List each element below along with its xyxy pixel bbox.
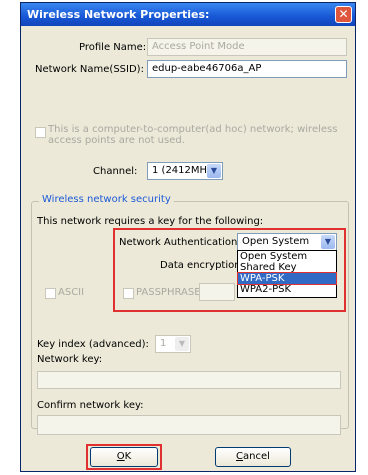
ssid-value: edup-eabe46706a_AP xyxy=(152,63,262,74)
chevron-down-icon: ▼ xyxy=(207,164,221,178)
passphrase-field[interactable] xyxy=(199,283,235,301)
network-key-label: Network key: xyxy=(37,354,103,365)
channel-label: Channel: xyxy=(93,166,138,177)
cancel-mnemonic: C xyxy=(236,451,244,462)
adhoc-checkbox[interactable] xyxy=(35,127,46,138)
encryption-label: Data encryption: xyxy=(160,260,244,271)
ok-button[interactable]: OK xyxy=(90,447,158,467)
profile-name-label: Profile Name: xyxy=(79,42,147,53)
title-bar[interactable]: Wireless Network Properties: ✕ xyxy=(21,3,355,26)
channel-select[interactable]: 1 (2412MHz) ▼ xyxy=(147,162,223,180)
profile-name-field: Access Point Mode xyxy=(147,38,347,56)
option-wpa2-psk[interactable]: WPA2-PSK xyxy=(238,284,336,295)
ok-mnemonic: O xyxy=(116,451,125,462)
ssid-label: Network Name(SSID): xyxy=(35,64,144,75)
option-shared-key[interactable]: Shared Key xyxy=(238,262,336,273)
adhoc-text-line2: access points are not used. xyxy=(48,135,185,146)
ascii-checkbox[interactable] xyxy=(45,288,56,299)
close-icon: ✕ xyxy=(338,7,349,21)
ascii-label: ASCII xyxy=(58,287,85,298)
requires-key-text: This network requires a key for the foll… xyxy=(37,216,264,227)
cancel-rest: ancel xyxy=(243,451,270,462)
confirm-key-label: Confirm network key: xyxy=(37,400,144,411)
auth-dropdown-list[interactable]: Open System Shared Key WPA-PSK WPA2-PSK xyxy=(237,250,337,298)
passphrase-label: PASSPHRASE xyxy=(136,287,201,298)
ok-rest: K xyxy=(124,451,132,462)
key-index-select[interactable]: 1 ▼ xyxy=(155,335,191,353)
close-button[interactable]: ✕ xyxy=(335,6,352,23)
profile-name-value: Access Point Mode xyxy=(152,41,245,52)
dialog-title: Wireless Network Properties: xyxy=(27,8,210,21)
auth-value: Open System xyxy=(242,236,310,247)
network-key-input[interactable] xyxy=(37,371,341,389)
confirm-key-input[interactable] xyxy=(37,415,341,435)
security-group-title: Wireless network security xyxy=(39,194,174,205)
ssid-input[interactable]: edup-eabe46706a_AP xyxy=(147,60,347,78)
key-index-value: 1 xyxy=(160,338,167,349)
chevron-down-icon: ▼ xyxy=(175,337,189,351)
key-index-label: Key index (advanced): xyxy=(37,339,149,350)
option-wpa-psk[interactable]: WPA-PSK xyxy=(237,272,337,285)
adhoc-text-line1: This is a computer-to-computer(ad hoc) n… xyxy=(48,124,338,135)
option-open-system[interactable]: Open System xyxy=(238,251,336,262)
auth-select[interactable]: Open System ▼ xyxy=(237,233,337,251)
chevron-down-icon: ▼ xyxy=(321,235,335,249)
auth-label: Network Authentication: xyxy=(119,237,241,248)
cancel-button[interactable]: Cancel xyxy=(215,447,291,467)
passphrase-checkbox[interactable] xyxy=(123,288,134,299)
properties-dialog: Wireless Network Properties: ✕ Profile N… xyxy=(20,2,356,472)
